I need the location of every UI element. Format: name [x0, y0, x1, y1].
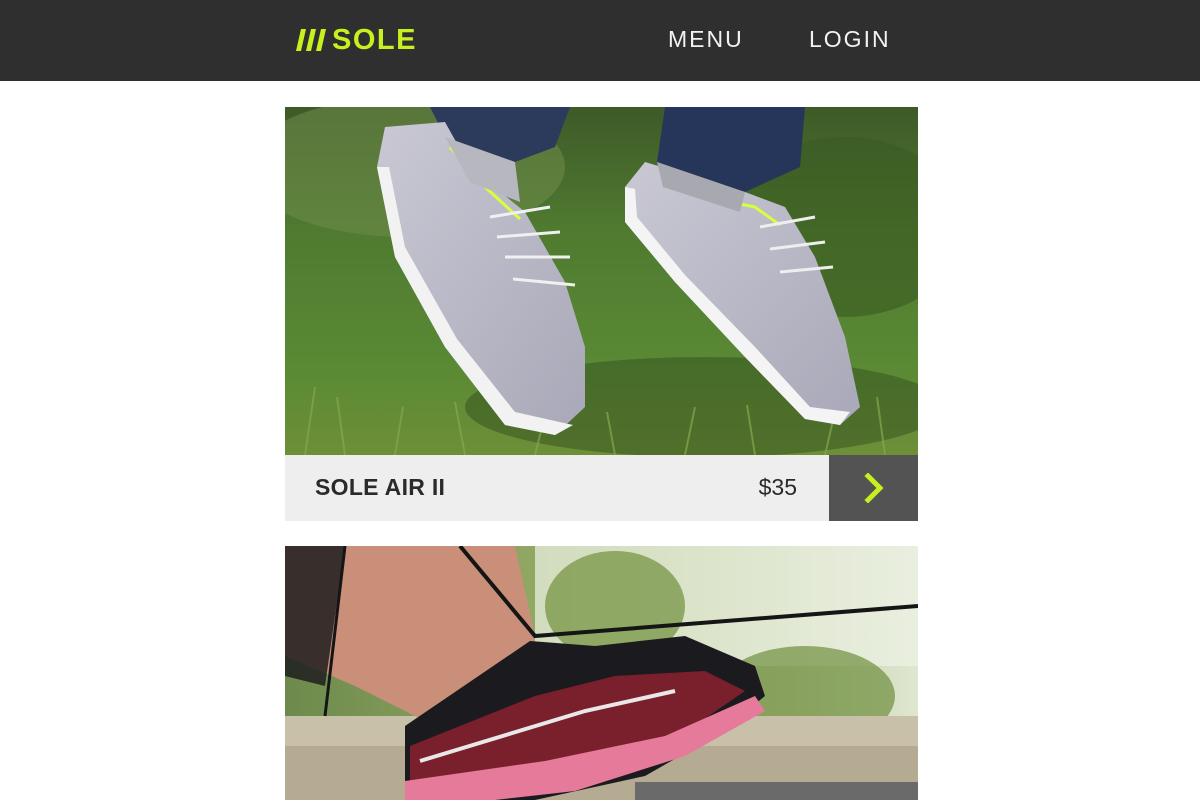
product-photo-black-pink-sneaker[interactable]	[285, 546, 918, 800]
product-card: SOLE AIR II $35	[285, 107, 918, 521]
product-name[interactable]: SOLE AIR II	[315, 474, 445, 501]
slashes-logo-icon	[296, 29, 326, 51]
view-product-button[interactable]	[829, 455, 918, 521]
product-info-bar: SOLE AIR II $35	[285, 455, 918, 521]
nav-login-link[interactable]: LOGIN	[809, 26, 891, 53]
brand-name: SOLE	[332, 23, 417, 56]
brand-logo[interactable]: SOLE	[296, 22, 417, 58]
product-card	[285, 546, 918, 800]
site-header: SOLE MENU LOGIN	[0, 0, 1200, 81]
product-price: $35	[758, 474, 797, 500]
chevron-right-icon	[863, 473, 884, 503]
product-photo-grey-sneakers[interactable]	[285, 107, 918, 455]
nav-menu-link[interactable]: MENU	[668, 26, 744, 53]
